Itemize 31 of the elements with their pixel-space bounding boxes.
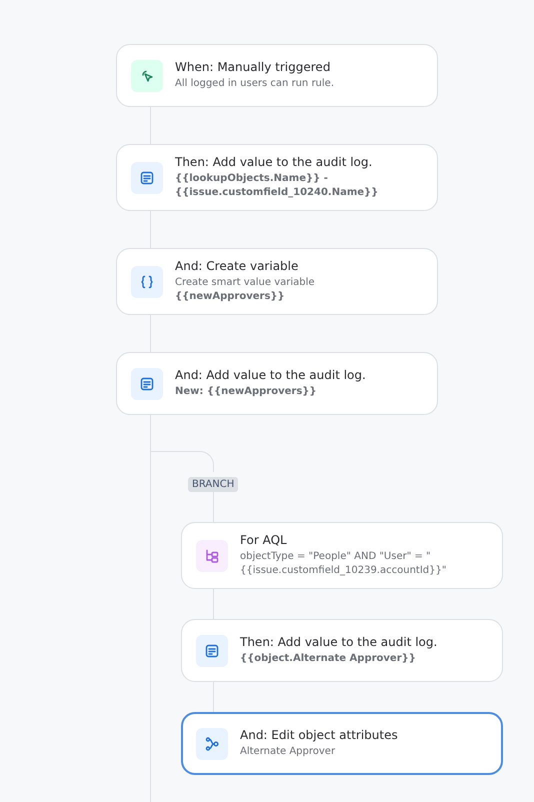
rule-step-card[interactable]: And: Edit object attributes Alternate Approver <box>181 712 503 775</box>
step-detail: {{issue.customfield_10240.Name}} <box>175 186 378 200</box>
step-detail: {{issue.customfield_10239.accountId}}" <box>240 564 446 578</box>
rule-step-card[interactable]: And: Add value to the audit log. New: {{newApprovers}} <box>116 352 438 415</box>
step-detail: {{newApprovers}} <box>175 290 286 304</box>
step-detail: Create smart value variable <box>175 276 315 290</box>
step-detail: objectType = "People" AND "User" = " <box>240 550 432 564</box>
rule-step-card[interactable]: And: Create variable Create smart value variable {{newApprovers}} <box>116 248 438 315</box>
note-icon <box>139 170 155 186</box>
step-title: For AQL <box>240 533 288 547</box>
rule-step-card[interactable]: Then: Add value to the audit log. {{object.Alternate Approver}} <box>181 619 503 682</box>
step-title: Then: Add value to the audit log. <box>240 635 438 649</box>
step-title: Then: Add value to the audit log. <box>175 155 374 169</box>
note-icon <box>204 642 220 658</box>
step-detail: {{lookupObjects.Name}} - <box>175 172 329 186</box>
note-icon <box>139 376 155 392</box>
step-detail: All logged in users can run rule. <box>175 77 334 91</box>
step-detail: Alternate Approver <box>240 745 336 759</box>
step-detail: {{object.Alternate Approver}} <box>240 652 417 666</box>
rule-step-card[interactable]: When: Manually triggered All logged in users can run rule. <box>116 44 438 107</box>
nodes-icon <box>204 736 220 752</box>
branch-label: BRANCH <box>188 477 238 492</box>
rule-step-card[interactable]: Then: Add value to the audit log. {{lookupObjects.Name}} - {{issue.customfield_10240.Name}} <box>116 144 438 211</box>
hierarchy-icon <box>204 548 220 564</box>
braces-icon <box>139 274 155 290</box>
step-detail: New: {{newApprovers}} <box>175 385 318 399</box>
rule-step-card[interactable]: For AQL objectType = "People" AND "User" = " {{issue.customfield_10239.accountId}}" <box>181 522 503 589</box>
step-title: And: Edit object attributes <box>240 728 398 742</box>
step-title: When: Manually triggered <box>175 60 332 74</box>
step-title: And: Create variable <box>175 259 300 273</box>
step-title: And: Add value to the audit log. <box>175 368 366 382</box>
